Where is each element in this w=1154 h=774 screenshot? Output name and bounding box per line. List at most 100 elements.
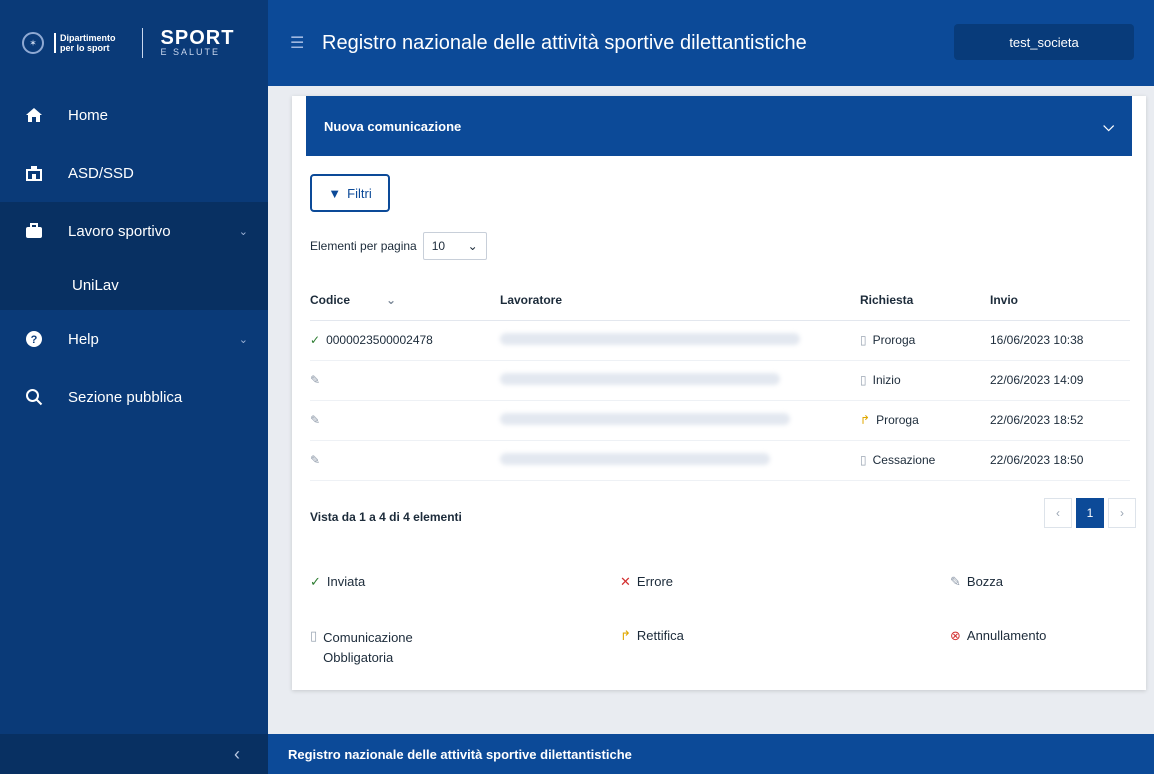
user-menu-button[interactable]: test_societa xyxy=(954,24,1134,60)
sidebar-item-home[interactable]: Home xyxy=(0,86,268,144)
brand-logo[interactable]: ✶ Dipartimento per lo sport SPORT E SALU… xyxy=(0,0,268,86)
legend-correction: ↱ Rettifica xyxy=(620,628,684,643)
brand-divider xyxy=(141,28,143,58)
chevron-down-icon: ⌄ xyxy=(238,333,248,346)
pagination-summary: Vista da 1 a 4 di 4 elementi xyxy=(310,510,462,524)
sport-salute-logo: SPORT E SALUTE xyxy=(160,27,235,57)
building-icon xyxy=(24,165,44,181)
app-title: Registro nazionale delle attività sporti… xyxy=(322,31,807,54)
sidebar-item-unilav[interactable]: UniLav xyxy=(0,260,268,310)
filter-button-label: Filtri xyxy=(347,185,372,201)
page-footer: Registro nazionale delle attività sporti… xyxy=(268,734,1154,774)
accordion-title: Nuova comunicazione xyxy=(324,118,462,134)
document-icon: ▯ xyxy=(860,373,867,387)
briefcase-icon xyxy=(24,223,44,239)
retry-icon: ↱ xyxy=(620,628,631,643)
sort-icon[interactable]: ⌄ xyxy=(386,293,396,307)
retry-icon: ↱ xyxy=(860,413,871,427)
legend-sent: ✓ Inviata xyxy=(310,574,366,589)
column-header-invio[interactable]: Invio xyxy=(990,280,1130,321)
search-icon xyxy=(24,388,44,406)
sidebar: ✶ Dipartimento per lo sport SPORT E SALU… xyxy=(0,0,268,774)
pencil-icon: ✎ xyxy=(310,413,321,427)
cell-invio: 22/06/2023 14:09 xyxy=(990,360,1130,401)
legend-mandatory: ▯ Comunicazione Obbligatoria xyxy=(310,628,413,665)
pagination-next-button[interactable]: › xyxy=(1108,498,1136,528)
filter-button[interactable]: ▼ Filtri xyxy=(310,174,390,212)
footer-title: Registro nazionale delle attività sporti… xyxy=(288,746,632,762)
help-icon: ? xyxy=(24,330,44,348)
redacted-worker xyxy=(500,372,780,385)
republic-emblem-icon: ✶ xyxy=(22,32,44,54)
sidebar-item-label: ASD/SSD xyxy=(68,164,134,182)
svg-text:?: ? xyxy=(31,334,38,346)
table-row[interactable]: ✎ ▯ Cessazione 22/06/2023 18:50 xyxy=(310,440,1130,481)
sidebar-nav: Home ASD/SSD Lavoro sportivo ⌄ UniLav ? … xyxy=(0,86,268,426)
home-icon xyxy=(24,107,44,123)
hamburger-menu-icon[interactable]: ☰ xyxy=(290,33,306,53)
new-communication-accordion[interactable]: Nuova comunicazione ⌵ xyxy=(306,96,1132,156)
column-header-codice[interactable]: Codice ⌄ xyxy=(310,280,500,321)
cell-richiesta: ↱ Proroga xyxy=(860,400,990,441)
sidebar-item-asd-ssd[interactable]: ASD/SSD xyxy=(0,144,268,202)
redacted-worker xyxy=(500,412,790,425)
pagination: ‹ 1 › xyxy=(1044,498,1136,528)
items-per-page-value: 10 xyxy=(431,239,446,253)
document-icon: ▯ xyxy=(860,333,867,347)
column-header-lavoratore[interactable]: Lavoratore xyxy=(500,280,860,321)
communications-table: Codice ⌄ Lavoratore Richiesta Invio ✓ 0000… xyxy=(310,280,1130,481)
chevron-down-icon: ⌄ xyxy=(467,239,478,253)
table-row[interactable]: ✎ ▯ Inizio 22/06/2023 14:09 xyxy=(310,360,1130,401)
sidebar-item-lavoro-sportivo[interactable]: Lavoro sportivo ⌄ xyxy=(0,202,268,260)
column-header-richiesta[interactable]: Richiesta xyxy=(860,280,990,321)
table-header-row: Codice ⌄ Lavoratore Richiesta Invio xyxy=(310,280,1130,321)
main-card: Nuova comunicazione ⌵ ▼ Filtri Elementi … xyxy=(292,96,1146,690)
department-label: Dipartimento per lo sport xyxy=(54,33,116,53)
cell-invio: 16/06/2023 10:38 xyxy=(990,320,1130,361)
cell-lavoratore xyxy=(500,400,860,441)
cell-codice: ✓ 0000023500002478 xyxy=(310,320,500,361)
document-icon: ▯ xyxy=(310,628,318,643)
cell-invio: 22/06/2023 18:52 xyxy=(990,400,1130,441)
items-per-page-select[interactable]: 10 ⌄ xyxy=(422,232,487,260)
legend-error: ✕ Errore xyxy=(620,574,674,589)
legend-cancellation: ⊗ Annullamento xyxy=(950,628,1047,643)
cell-codice: ✎ xyxy=(310,360,500,401)
items-per-page-label: Elementi per pagina xyxy=(310,239,417,253)
items-per-page: Elementi per pagina 10 ⌄ xyxy=(310,232,487,260)
cell-lavoratore xyxy=(500,320,860,361)
redacted-worker xyxy=(500,332,800,345)
sidebar-collapse-button[interactable]: ‹ xyxy=(0,734,268,774)
sidebar-item-help[interactable]: ? Help ⌄ xyxy=(0,310,268,368)
check-icon: ✓ xyxy=(310,333,321,347)
sidebar-item-label: Home xyxy=(68,106,109,124)
cell-invio: 22/06/2023 18:50 xyxy=(990,440,1130,481)
username-label: test_societa xyxy=(1009,34,1079,50)
sidebar-item-label: Help xyxy=(68,330,99,348)
cell-lavoratore xyxy=(500,440,860,481)
redacted-worker xyxy=(500,452,770,465)
check-icon: ✓ xyxy=(310,574,321,589)
cell-codice: ✎ xyxy=(310,400,500,441)
pencil-icon: ✎ xyxy=(310,453,321,467)
top-header: ☰ Registro nazionale delle attività spor… xyxy=(268,0,1154,86)
sidebar-item-label: Sezione pubblica xyxy=(68,388,183,406)
chevron-left-icon: ‹ xyxy=(234,743,240,764)
cell-richiesta: ▯ Proroga xyxy=(860,320,990,361)
cell-codice: ✎ xyxy=(310,440,500,481)
chevron-down-icon: ⌵ xyxy=(1103,117,1114,134)
table-row[interactable]: ✓ 0000023500002478 ▯ Proroga 16/06/2023 10… xyxy=(310,320,1130,361)
close-icon: ✕ xyxy=(620,574,631,589)
cell-lavoratore xyxy=(500,360,860,401)
cell-richiesta: ▯ Inizio xyxy=(860,360,990,401)
sidebar-item-label: Lavoro sportivo xyxy=(68,222,171,240)
sidebar-item-sezione-pubblica[interactable]: Sezione pubblica xyxy=(0,368,268,426)
legend-draft: ✎ Bozza xyxy=(950,574,1004,589)
pagination-prev-button[interactable]: ‹ xyxy=(1044,498,1072,528)
sidebar-item-label: UniLav xyxy=(72,276,119,294)
pagination-page-button[interactable]: 1 xyxy=(1076,498,1104,528)
document-icon: ▯ xyxy=(860,453,867,467)
table-row[interactable]: ✎ ↱ Proroga 22/06/2023 18:52 xyxy=(310,400,1130,441)
cell-richiesta: ▯ Cessazione xyxy=(860,440,990,481)
chevron-down-icon: ⌄ xyxy=(238,225,248,238)
